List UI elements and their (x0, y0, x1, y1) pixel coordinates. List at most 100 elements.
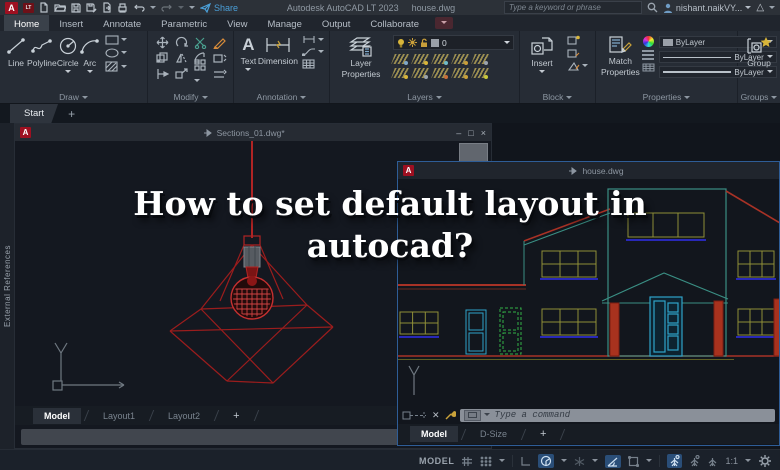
text-dropdown-icon[interactable] (245, 68, 252, 74)
layer-on-tool[interactable] (391, 68, 409, 79)
array-dropdown-icon[interactable] (194, 79, 200, 85)
command-line-bar[interactable] (459, 408, 775, 422)
layer-walk-tool[interactable] (471, 68, 489, 79)
osnap-dropdown-icon[interactable] (646, 459, 653, 465)
linear-dimension-tool[interactable] (302, 35, 324, 44)
tab-insert[interactable]: Insert (49, 15, 93, 31)
redo-icon[interactable] (161, 3, 173, 12)
house-tab-dsize[interactable]: D-Size (469, 426, 518, 442)
tab-collaborate[interactable]: Collaborate (360, 15, 429, 31)
recent-commands-icon[interactable] (463, 409, 481, 421)
lineweight-icon[interactable] (642, 63, 655, 72)
modify-panel-label[interactable]: Modify (148, 92, 233, 102)
erase-tool[interactable] (212, 36, 227, 49)
new-file-icon[interactable] (39, 2, 49, 13)
annotation-panel-label[interactable]: Annotation (234, 92, 329, 102)
explode-tool[interactable] (212, 53, 227, 64)
sections-add-layout-button[interactable]: + (222, 407, 250, 425)
offset-tool[interactable] (213, 69, 227, 80)
leader-tool[interactable] (302, 47, 324, 56)
share-button[interactable]: Share (200, 2, 238, 13)
house-tab-model[interactable]: Model (410, 426, 458, 442)
close-command-icon[interactable]: ✕ (432, 410, 440, 421)
arc-dropdown-icon[interactable] (86, 70, 93, 76)
minimize-button[interactable]: – (456, 128, 461, 138)
undo-dropdown-icon[interactable] (150, 5, 156, 12)
search-icon[interactable] (647, 2, 658, 13)
keyword-search-input[interactable] (503, 1, 642, 14)
create-block-tool[interactable] (567, 35, 588, 45)
tab-home[interactable]: Home (4, 15, 50, 31)
layer-freeze-tool[interactable] (431, 54, 449, 65)
line-tool[interactable]: Line (5, 35, 27, 85)
arc-tool[interactable]: Arc (79, 35, 101, 85)
trim-tool[interactable] (194, 36, 207, 49)
isodraft-icon[interactable] (574, 456, 585, 467)
polar-dropdown-icon[interactable] (561, 459, 568, 465)
table-tool[interactable] (302, 59, 324, 69)
osnap-tracking-icon[interactable] (605, 454, 622, 468)
new-drawing-tab-button[interactable]: + (58, 104, 85, 123)
sections-tab-model[interactable]: Model (33, 407, 81, 424)
house-add-layout-button[interactable]: + (529, 425, 557, 443)
external-references-palette[interactable]: External References (0, 123, 15, 449)
layer-unisolate-tool[interactable] (411, 68, 429, 79)
ortho-mode-icon[interactable] (520, 456, 531, 467)
layer-unlock-tool[interactable] (451, 68, 469, 79)
layers-panel-label[interactable]: Layers (330, 92, 519, 102)
redo-dropdown-icon[interactable] (178, 5, 184, 12)
ribbon-options-button[interactable] (434, 17, 453, 29)
isodraft-dropdown-icon[interactable] (592, 459, 599, 465)
groups-panel-label[interactable]: Groups (738, 92, 780, 102)
hatch-tool[interactable] (105, 61, 127, 72)
block-attributes-tool[interactable] (567, 61, 588, 71)
pin-icon[interactable] (203, 128, 213, 137)
color-wheel-icon[interactable] (642, 36, 654, 47)
polar-tracking-icon[interactable] (538, 454, 555, 468)
tab-annotate[interactable]: Annotate (93, 15, 151, 31)
layer-lock-tool[interactable] (451, 54, 469, 65)
user-dropdown-icon[interactable] (745, 5, 752, 12)
sections-tab-layout1[interactable]: Layout1 (92, 408, 146, 424)
autocad-logo-icon[interactable]: A (5, 1, 18, 14)
tab-manage[interactable]: Manage (258, 15, 312, 31)
dimension-tool[interactable]: Dimension (258, 35, 298, 85)
qat-customize-icon[interactable] (189, 5, 195, 12)
group-button[interactable]: Group (743, 35, 775, 85)
match-properties-button[interactable]: Match Properties (601, 35, 640, 85)
layer-thaw-tool[interactable] (431, 68, 449, 79)
draw-panel-label[interactable]: Draw (0, 92, 147, 102)
move-tool[interactable] (156, 36, 169, 49)
scale-dropdown-icon[interactable] (745, 459, 751, 465)
undo-icon[interactable] (133, 3, 145, 12)
array-tool[interactable] (194, 59, 207, 89)
object-snap-icon[interactable] (628, 455, 640, 467)
autodesk-app-icon[interactable]: △ (756, 2, 764, 13)
customization-gear-icon[interactable] (758, 454, 772, 468)
sections-command-line[interactable] (21, 429, 399, 445)
mirror-tool[interactable] (175, 52, 188, 64)
copy-tool[interactable] (156, 52, 169, 64)
maximize-button[interactable]: □ (468, 128, 473, 138)
command-dropdown-icon[interactable] (483, 413, 490, 419)
layer-isolate-tool[interactable] (411, 54, 429, 65)
insert-block-button[interactable]: Insert (525, 35, 559, 85)
print-icon[interactable] (117, 2, 128, 13)
house-window-titlebar[interactable]: A house.dwg (398, 162, 779, 179)
grid-display-icon[interactable] (461, 456, 473, 467)
linetype-icon[interactable] (642, 50, 655, 60)
tab-parametric[interactable]: Parametric (151, 15, 217, 31)
polyline-tool[interactable]: Polyline (27, 35, 57, 85)
app-dropdown-icon[interactable] (769, 5, 776, 12)
properties-panel-label[interactable]: Properties (596, 92, 737, 102)
rotate-tool[interactable] (175, 36, 188, 49)
layer-combo-dropdown-icon[interactable] (504, 40, 510, 47)
edit-block-tool[interactable] (567, 48, 588, 58)
scale-tool[interactable] (175, 68, 188, 80)
tab-view[interactable]: View (217, 15, 257, 31)
circle-tool[interactable]: Circle (57, 35, 79, 85)
export-icon[interactable] (102, 2, 112, 13)
layer-match-tool[interactable] (471, 54, 489, 65)
pin-icon[interactable] (568, 166, 578, 175)
text-tool[interactable]: A Text (239, 35, 258, 85)
